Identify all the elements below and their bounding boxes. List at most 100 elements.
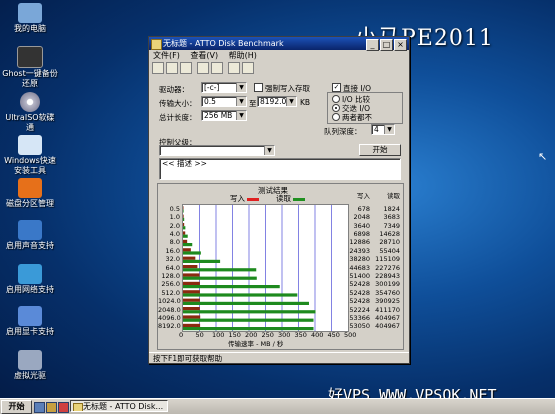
drive-select[interactable]: [-c-] ▼ xyxy=(201,82,247,93)
y-tick-label: 256.0 xyxy=(161,280,180,289)
start-button-taskbar[interactable]: 开始 xyxy=(1,400,32,414)
desktop-icon-my-computer[interactable]: 我的电脑 xyxy=(2,3,58,34)
taskbar: 开始 无标题 - ATTO Disk... xyxy=(0,398,555,414)
chart-plot-area xyxy=(182,204,349,332)
chevron-down-icon: ▼ xyxy=(236,97,246,106)
write-value: 38280 xyxy=(349,255,370,264)
y-tick-label: 1.0 xyxy=(169,213,180,222)
y-tick-label: 4096.0 xyxy=(158,313,181,322)
bar-read xyxy=(183,226,186,230)
status-bar: 按下F1即可获取帮助 xyxy=(149,352,409,363)
bar-read xyxy=(183,285,280,289)
menu-view[interactable]: 查看(V) xyxy=(190,51,218,60)
direct-io-checkbox[interactable]: ✓ xyxy=(332,83,341,92)
write-value: 3640 xyxy=(353,221,370,230)
quicklaunch-explorer-icon[interactable] xyxy=(46,402,57,413)
x-tick-label: 450 xyxy=(327,331,340,339)
y-tick-label: 0.5 xyxy=(169,204,180,213)
quicklaunch-tool-icon[interactable] xyxy=(58,402,69,413)
write-value: 24393 xyxy=(349,246,370,255)
desktop-icon-label: Windows快速安装工具 xyxy=(4,156,56,175)
transfer-from-select[interactable]: 0.5 ▼ xyxy=(201,96,247,107)
open-icon[interactable] xyxy=(166,62,178,74)
desktop-icon-virtual-drive[interactable]: 虚拟光驱 xyxy=(2,350,58,381)
menu-help[interactable]: 帮助(H) xyxy=(229,51,257,60)
minimize-button[interactable]: _ xyxy=(366,39,379,51)
save-icon[interactable] xyxy=(180,62,192,74)
desktop-icon-windows-install[interactable]: Windows快速安装工具 xyxy=(2,135,58,176)
transfer-to-select[interactable]: 8192.0 ▼ xyxy=(257,96,297,107)
force-write-checkbox[interactable] xyxy=(254,83,263,92)
y-tick-label: 64.0 xyxy=(165,263,180,272)
desktop-icon-ultraiso[interactable]: UltraISO软碟通 xyxy=(2,92,58,133)
legend-read-swatch xyxy=(293,197,306,201)
y-tick-label: 8.0 xyxy=(169,238,180,247)
disc-icon xyxy=(20,92,40,112)
queue-depth-label: 队列深度： xyxy=(324,127,362,136)
write-value: 6898 xyxy=(353,229,370,238)
y-tick-label: 4.0 xyxy=(169,229,180,238)
neither-radio[interactable] xyxy=(332,113,340,121)
y-tick-label: 2048.0 xyxy=(158,305,181,314)
sound-icon xyxy=(18,220,42,240)
write-value: 52428 xyxy=(349,297,370,306)
maximize-button[interactable]: □ xyxy=(380,39,393,51)
about-icon[interactable] xyxy=(242,62,254,74)
bar-read xyxy=(183,268,257,272)
desktop-icon-label: 磁盘分区管理 xyxy=(6,199,54,208)
taskbar-item-label: 无标题 - ATTO Disk... xyxy=(83,402,164,411)
close-button[interactable]: × xyxy=(394,39,407,51)
total-length-value: 256 MB xyxy=(204,111,233,120)
y-tick-label: 2.0 xyxy=(169,221,180,230)
io-compare-radio[interactable] xyxy=(332,95,340,103)
quicklaunch-desktop-icon[interactable] xyxy=(34,402,45,413)
read-value: 411170 xyxy=(375,305,400,314)
read-value: 3683 xyxy=(383,213,400,222)
desktop-icon-sound[interactable]: 启用声音支持 xyxy=(2,220,58,251)
x-tick-label: 400 xyxy=(311,331,324,339)
desktop-icon-partition[interactable]: 磁盘分区管理 xyxy=(2,178,58,209)
total-length-label: 总计长度： xyxy=(159,113,197,122)
desktop-icon-ghost[interactable]: Ghost一键备份还原 xyxy=(2,46,58,89)
help-icon[interactable] xyxy=(228,62,240,74)
transfer-size-label: 传输大小： xyxy=(159,99,197,108)
app-icon xyxy=(151,39,162,50)
window-title: 无标题 - ATTO Disk Benchmark xyxy=(163,39,284,48)
bar-write xyxy=(183,231,186,235)
control-select[interactable]: ▼ xyxy=(159,145,275,156)
queue-depth-select[interactable]: 4 ▼ xyxy=(371,124,395,135)
chevron-down-icon: ▼ xyxy=(236,83,246,92)
bar-read xyxy=(183,209,184,213)
start-button[interactable]: 开始 xyxy=(359,144,401,156)
bar-chart xyxy=(183,205,332,331)
x-tick-label: 350 xyxy=(294,331,307,339)
read-value: 390925 xyxy=(375,297,400,306)
read-value: 354760 xyxy=(375,288,400,297)
write-value: 53366 xyxy=(349,313,370,322)
desktop-icon-label: 启用网络支持 xyxy=(6,285,54,294)
desktop-icon-display[interactable]: 启用显卡支持 xyxy=(2,306,58,337)
description-text: << 描述 >> xyxy=(162,159,207,168)
bar-write xyxy=(183,256,196,260)
legend-read-label: 读取 xyxy=(276,194,291,203)
menu-file[interactable]: 文件(F) xyxy=(153,51,180,60)
bar-write xyxy=(183,265,198,269)
overlapped-io-radio[interactable] xyxy=(332,104,340,112)
print-icon[interactable] xyxy=(197,62,209,74)
drive-label: 驱动器： xyxy=(159,85,189,94)
description-field[interactable]: << 描述 >> xyxy=(159,158,401,180)
taskbar-item-atto[interactable]: 无标题 - ATTO Disk... xyxy=(70,400,168,412)
write-value: 12886 xyxy=(349,238,370,247)
write-value: 52224 xyxy=(349,305,370,314)
read-value: 1824 xyxy=(383,204,400,213)
title-bar[interactable]: 无标题 - ATTO Disk Benchmark _ □ × xyxy=(149,37,409,51)
bar-read xyxy=(183,276,257,280)
total-length-select[interactable]: 256 MB ▼ xyxy=(201,110,247,121)
new-icon[interactable] xyxy=(152,62,164,74)
bar-write xyxy=(183,290,200,294)
desktop-icon-network[interactable]: 启用网络支持 xyxy=(2,264,58,295)
read-value: 28710 xyxy=(379,238,400,247)
ghost-icon xyxy=(17,46,43,68)
chevron-down-icon: ▼ xyxy=(286,97,296,106)
preview-icon[interactable] xyxy=(211,62,223,74)
